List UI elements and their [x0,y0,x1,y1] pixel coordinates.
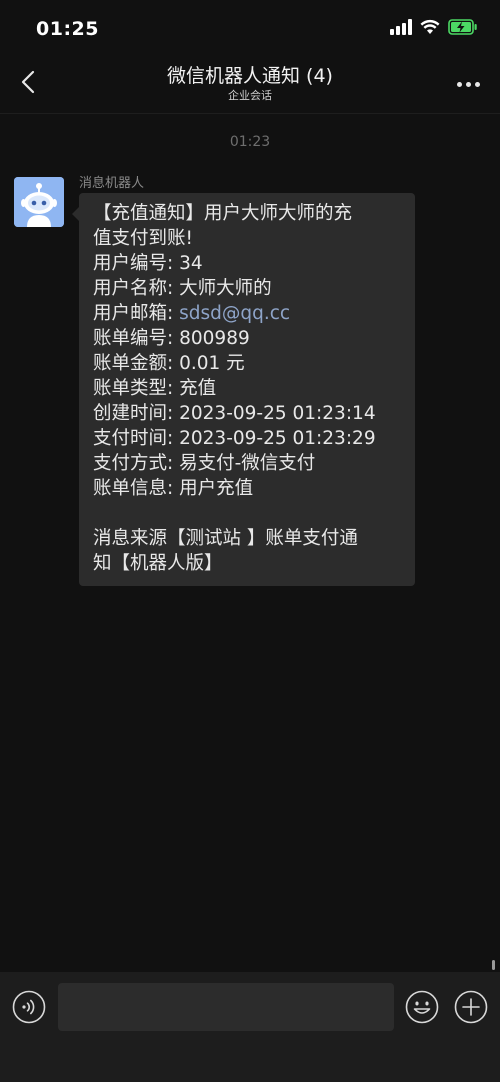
page-subtitle: 企业会话 [228,89,272,102]
header-divider [0,113,500,114]
avatar[interactable] [14,177,64,227]
message-line: 知【机器人版】 [93,553,223,574]
signal-icon [390,19,412,39]
message-line: 【充值通知】用户大师大师的充 [93,203,353,224]
emoji-button[interactable] [405,990,439,1024]
more-dots-icon [456,81,462,87]
voice-icon [12,990,46,1028]
message-line: 账单金额: 0.01 元 [93,353,245,374]
message-bubble[interactable]: 【充值通知】用户大师大师的充 值支付到账! 用户编号: 34 用户名称: 大师大… [72,193,415,586]
message-line: 账单类型: 充值 [93,378,217,399]
email-link[interactable]: sdsd@qq.cc [179,303,290,324]
message-timestamp: 01:23 [229,134,271,150]
message-line: 账单编号: 800989 [93,328,250,349]
input-bar [0,972,500,1082]
scroll-indicator[interactable] [492,960,495,970]
message-line: 账单信息: 用户充值 [93,478,254,499]
chat-screen: 01:25 微信机器人通知 (4) 企业会话 01:23 消息机器人 【充值通知… [0,0,500,1082]
message-line: 用户编号: 34 [93,253,203,274]
message-line: 创建时间: 2023-09-25 01:23:14 [93,403,376,424]
email-line: 用户邮箱: sdsd@qq.cc [93,301,403,326]
wifi-icon [420,19,440,39]
message-line: 消息来源【测试站 】账单支付通 [93,528,358,549]
battery-charging-icon [448,19,478,39]
email-label: 用户邮箱: [93,303,180,324]
more-dots-icon [474,81,480,87]
nav-title-group: 微信机器人通知 (4) 企业会话 [80,64,420,104]
back-button[interactable] [10,66,46,102]
plus-icon [454,990,488,1028]
message-line: 支付方式: 易支付-微信支付 [93,453,316,474]
message-line: 支付时间: 2023-09-25 01:23:29 [93,428,376,449]
message-line: 值支付到账! [93,228,193,249]
message-spacer [93,501,403,526]
message-line: 用户名称: 大师大师的 [93,278,272,299]
emoji-icon [405,990,439,1028]
status-icons [390,18,478,40]
more-dots-icon [465,81,471,87]
plus-button[interactable] [454,990,488,1024]
sender-name: 消息机器人 [79,176,145,191]
message-input[interactable] [58,983,394,1031]
nav-bar: 微信机器人通知 (4) 企业会话 [0,56,500,112]
status-bar: 01:25 [0,0,500,56]
status-time: 01:25 [36,18,99,40]
robot-avatar-icon [14,177,64,227]
chevron-left-icon [21,70,35,98]
more-button[interactable] [450,70,486,98]
page-title: 微信机器人通知 (4) [167,65,333,87]
voice-button[interactable] [12,990,46,1024]
